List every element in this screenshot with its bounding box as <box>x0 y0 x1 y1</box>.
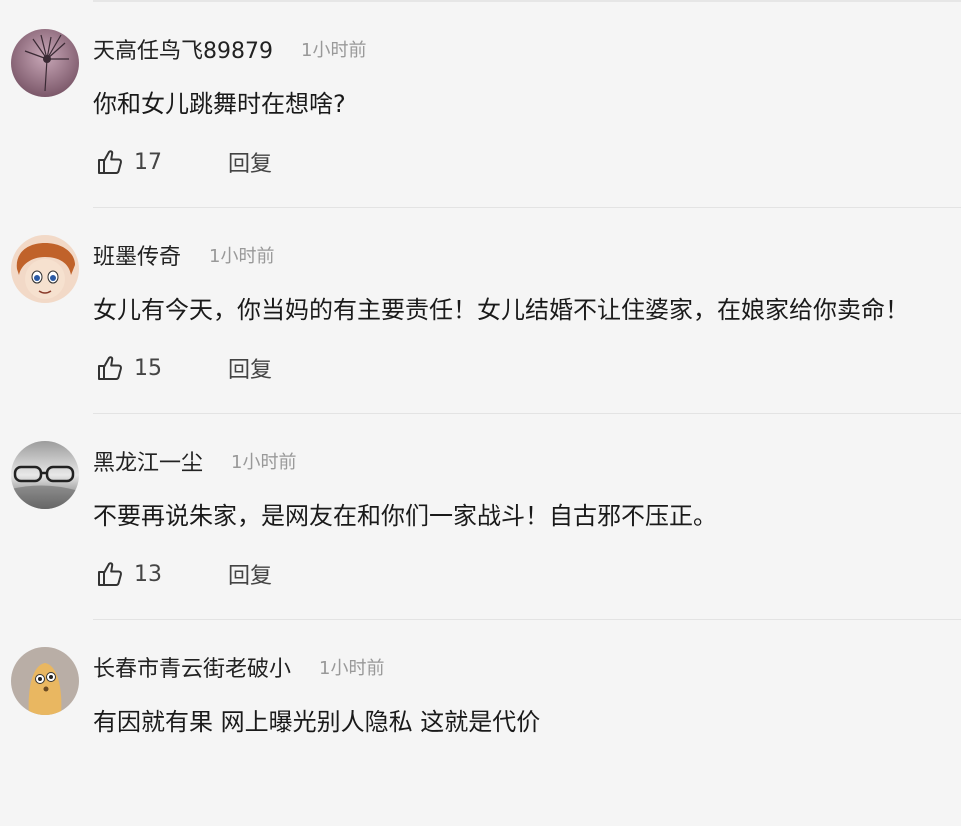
like-count: 13 <box>134 561 162 587</box>
timestamp: 1小时前 <box>231 452 297 473</box>
like-button[interactable]: 13 <box>96 560 228 588</box>
like-count: 15 <box>134 355 162 381</box>
comment-meta: 长春市青云街老破小 1小时前 <box>93 650 384 684</box>
avatar[interactable] <box>11 647 79 715</box>
comment-actions: 17 回复 <box>96 144 272 180</box>
avatar[interactable] <box>11 441 79 509</box>
glasses-avatar-icon <box>11 441 79 509</box>
avatar[interactable] <box>11 29 79 97</box>
comment-actions: 13 回复 <box>96 556 272 592</box>
comment-item: 长春市青云街老破小 1小时前 有因就有果 网上曝光别人隐私 这就是代价 <box>0 620 961 826</box>
cartoon-boy-avatar-icon <box>11 235 79 303</box>
like-button[interactable]: 17 <box>96 148 228 176</box>
like-count: 17 <box>134 149 162 175</box>
comment-list: 天高任鸟飞89879 1小时前 你和女儿跳舞时在想啥? 17 回复 班墨传奇 1… <box>0 2 961 826</box>
comment-text: 你和女儿跳舞时在想啥? <box>93 90 346 118</box>
comment-text: 不要再说朱家，是网友在和你们一家战斗！自古邪不压正。 <box>93 502 717 530</box>
reply-button[interactable]: 回复 <box>228 146 272 178</box>
timestamp: 1小时前 <box>301 40 367 61</box>
username[interactable]: 班墨传奇 <box>93 239 181 271</box>
reply-button[interactable]: 回复 <box>228 352 272 384</box>
cartoon-character-avatar-icon <box>11 647 79 715</box>
comment-item: 黑龙江一尘 1小时前 不要再说朱家，是网友在和你们一家战斗！自古邪不压正。 13… <box>0 414 961 620</box>
comment-actions: 15 回复 <box>96 350 272 386</box>
comment-item: 班墨传奇 1小时前 女儿有今天，你当妈的有主要责任！女儿结婚不让住婆家，在娘家给… <box>0 208 961 414</box>
comment-item: 天高任鸟飞89879 1小时前 你和女儿跳舞时在想啥? 17 回复 <box>0 2 961 208</box>
comment-meta: 天高任鸟飞89879 1小时前 <box>93 32 366 66</box>
comment-meta: 黑龙江一尘 1小时前 <box>93 444 296 478</box>
avatar[interactable] <box>11 235 79 303</box>
like-button[interactable]: 15 <box>96 354 228 382</box>
username[interactable]: 黑龙江一尘 <box>93 445 203 477</box>
thumbs-up-icon <box>98 356 122 380</box>
comment-meta: 班墨传奇 1小时前 <box>93 238 274 272</box>
reply-button[interactable]: 回复 <box>228 558 272 590</box>
username[interactable]: 长春市青云街老破小 <box>93 651 291 683</box>
timestamp: 1小时前 <box>209 246 275 267</box>
thumbs-up-icon <box>98 562 122 586</box>
comment-text: 女儿有今天，你当妈的有主要责任！女儿结婚不让住婆家，在娘家给你卖命！ <box>93 296 909 324</box>
dandelion-avatar-icon <box>11 29 79 97</box>
username[interactable]: 天高任鸟飞89879 <box>93 33 273 65</box>
timestamp: 1小时前 <box>319 658 385 679</box>
comment-text: 有因就有果 网上曝光别人隐私 这就是代价 <box>93 708 541 736</box>
thumbs-up-icon <box>98 150 122 174</box>
